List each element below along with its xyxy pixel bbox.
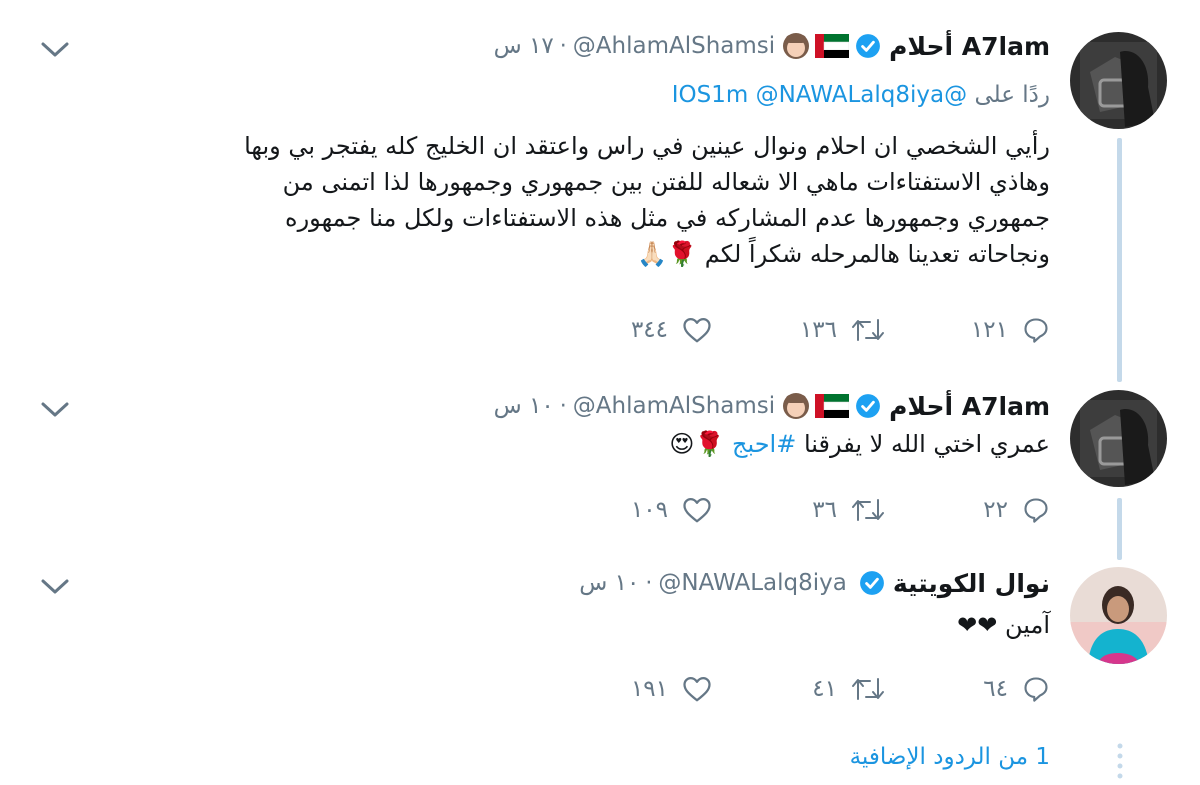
retweet-icon xyxy=(852,678,884,700)
tweet-1[interactable]: A7lam أحلام @AhlamAlShamsi · ١٧ س ردًا ع… xyxy=(0,0,1200,382)
text-line: رأيي الشخصي ان احلام ونوال عينين في راس … xyxy=(244,132,1050,160)
retweet-action[interactable]: ١٣٦ xyxy=(800,310,885,350)
woman-emoji-icon xyxy=(783,393,810,419)
badges xyxy=(853,570,885,596)
like-action[interactable]: ٣٤٤ xyxy=(631,310,712,350)
emoji-content: 🌹😍 xyxy=(669,430,732,458)
handle[interactable]: @AhlamAlShamsi xyxy=(573,393,775,419)
replying-to: ردًا على @IOS1m @NAWALalq8iya xyxy=(672,82,1050,108)
retweet-action[interactable]: ٣٦ xyxy=(812,490,885,530)
chevron-down-icon[interactable] xyxy=(40,400,70,420)
mention-link[interactable]: @NAWALalq8iya xyxy=(756,82,945,108)
text-content: آمين ❤❤ xyxy=(957,611,1050,639)
separator-dot: · xyxy=(645,570,653,596)
tweet-header: A7lam أحلام @AhlamAlShamsi · ١٠ س xyxy=(494,390,1050,422)
verified-icon xyxy=(856,34,881,58)
thread-line xyxy=(1117,138,1122,382)
like-count: ١٠٩ xyxy=(630,497,668,523)
avatar-nawal[interactable] xyxy=(1070,567,1167,664)
separator-dot: · xyxy=(559,393,567,419)
tweet-text: آمين ❤❤ xyxy=(70,607,1050,643)
like-count: ١٩١ xyxy=(630,676,668,702)
heart-icon xyxy=(683,677,711,702)
reply-count: ٦٤ xyxy=(983,676,1008,702)
chevron-down-icon[interactable] xyxy=(40,577,70,597)
badges xyxy=(781,31,881,61)
thread-line xyxy=(1117,498,1122,560)
tweet-text: عمري اختي الله لا يفرقنا #احبج 🌹😍 xyxy=(70,426,1050,462)
like-action[interactable]: ١٠٩ xyxy=(631,490,712,530)
like-count: ٣٤٤ xyxy=(630,317,668,343)
reply-action[interactable]: ٦٤ xyxy=(983,669,1050,709)
handle[interactable]: @NAWALalq8iya xyxy=(658,570,847,596)
tweet-header: A7lam أحلام @AhlamAlShamsi · ١٧ س xyxy=(494,30,1050,62)
more-replies-link[interactable]: 1 من الردود الإضافية xyxy=(850,744,1050,770)
display-name[interactable]: نوال الكويتية xyxy=(893,569,1050,598)
retweet-action[interactable]: ٤١ xyxy=(812,669,885,709)
text-line: ونجاحاته تعدينا هالمرحله شكراً لكم 🌹🙏🏻 xyxy=(637,240,1050,268)
tweet-actions: ١٢١ ١٣٦ ٣٤٤ xyxy=(590,310,1050,350)
reply-count: ١٢١ xyxy=(970,317,1008,343)
display-name[interactable]: A7lam أحلام xyxy=(889,392,1050,421)
display-name[interactable]: A7lam أحلام xyxy=(889,32,1050,61)
timestamp[interactable]: ١٠ س xyxy=(494,393,554,419)
chevron-down-icon[interactable] xyxy=(40,40,70,60)
text-line: جمهوري وجمهورها عدم المشاركه في مثل هذه … xyxy=(285,204,1050,232)
retweet-count: ٤١ xyxy=(812,676,837,702)
woman-emoji-icon xyxy=(783,33,810,59)
separator-dot: · xyxy=(559,33,567,59)
tweet-text: رأيي الشخصي ان احلام ونوال عينين في راس … xyxy=(70,128,1050,272)
text-line: وهاذي الاستفتاءات ماهي الا شعاله للفتن ب… xyxy=(282,168,1050,196)
timestamp[interactable]: ١٧ س xyxy=(494,33,554,59)
hashtag-link[interactable]: #احبج xyxy=(732,430,796,458)
reply-action[interactable]: ١٢١ xyxy=(971,310,1050,350)
uae-flag-icon xyxy=(815,34,850,58)
uae-flag-icon xyxy=(815,394,850,418)
heart-icon xyxy=(683,498,711,523)
reply-count: ٢٢ xyxy=(983,497,1008,523)
avatar-ahlam[interactable] xyxy=(1070,32,1167,129)
reply-icon xyxy=(1024,677,1048,702)
more-replies-dots-icon xyxy=(1117,743,1123,779)
retweet-icon xyxy=(852,319,884,341)
tweet-2[interactable]: A7lam أحلام @AhlamAlShamsi · ١٠ س عمري ا… xyxy=(0,380,1200,560)
replying-prefix: ردًا على xyxy=(974,82,1050,108)
reply-icon xyxy=(1024,498,1048,523)
reply-action[interactable]: ٢٢ xyxy=(983,490,1050,530)
timestamp[interactable]: ١٠ س xyxy=(579,570,639,596)
badges xyxy=(781,391,881,421)
tweet-actions: ٢٢ ٣٦ ١٠٩ xyxy=(590,490,1050,530)
tweet-actions: ٦٤ ٤١ ١٩١ xyxy=(590,669,1050,709)
tweet-header: نوال الكويتية @NAWALalq8iya · ١٠ س xyxy=(579,567,1050,599)
heart-icon xyxy=(683,318,711,343)
verified-icon xyxy=(856,394,881,418)
reply-icon xyxy=(1024,318,1048,343)
tweet-3[interactable]: نوال الكويتية @NAWALalq8iya · ١٠ س آمين … xyxy=(0,555,1200,735)
handle[interactable]: @AhlamAlShamsi xyxy=(573,33,775,59)
retweet-count: ٣٦ xyxy=(812,497,837,523)
retweet-icon xyxy=(852,499,884,521)
retweet-count: ١٣٦ xyxy=(799,317,837,343)
like-action[interactable]: ١٩١ xyxy=(631,669,712,709)
avatar-ahlam[interactable] xyxy=(1070,390,1167,487)
text-content: عمري اختي الله لا يفرقنا xyxy=(796,430,1050,458)
verified-icon xyxy=(859,571,884,595)
